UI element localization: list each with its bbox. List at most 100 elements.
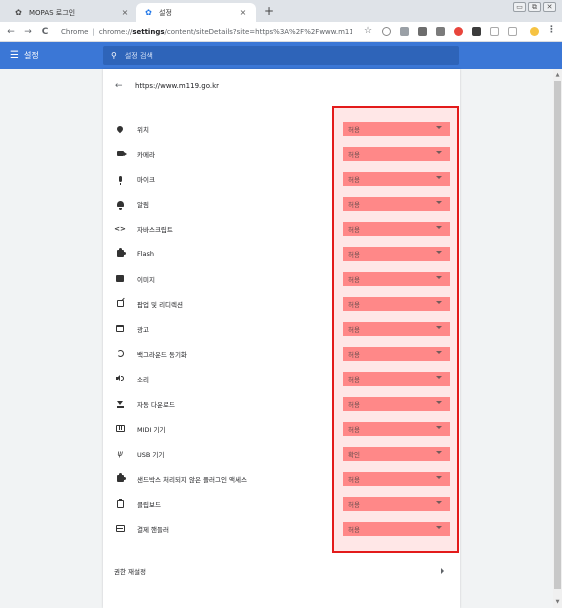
chevron-right-icon <box>441 568 444 574</box>
permission-row-ads: 광고 허용 <box>103 316 460 341</box>
maximize-button[interactable]: ⧉ <box>528 2 541 12</box>
dropdown-caret-icon <box>436 526 442 529</box>
back-arrow-icon[interactable]: ← <box>115 81 127 91</box>
dropdown-caret-icon <box>436 151 442 154</box>
permission-label: MIDI 기기 <box>137 425 166 434</box>
permission-row-location: 위치 허용 <box>103 116 460 141</box>
permission-row-background-sync: 백그라운드 동기화 허용 <box>103 341 460 366</box>
scroll-up-arrow-icon[interactable]: ▲ <box>554 71 561 79</box>
permission-select[interactable]: 허용 <box>343 272 450 286</box>
permission-label: 샌드박스 처리되지 않은 플러그인 액세스 <box>137 475 247 484</box>
close-window-button[interactable]: ✕ <box>543 2 556 12</box>
permission-row-images: 이미지 허용 <box>103 266 460 291</box>
back-button[interactable]: ← <box>5 25 17 39</box>
site-url: https://www.m119.go.kr <box>135 82 220 90</box>
permission-value: 허용 <box>348 401 360 409</box>
dropdown-caret-icon <box>436 451 442 454</box>
permission-select[interactable]: 허용 <box>343 372 450 386</box>
dropdown-caret-icon <box>436 201 442 204</box>
permission-select[interactable]: 허용 <box>343 222 450 236</box>
scroll-down-arrow-icon[interactable]: ▼ <box>554 598 561 606</box>
close-tab-icon[interactable]: × <box>120 8 130 17</box>
extension-box-icon[interactable] <box>436 27 445 36</box>
extension-globe-icon[interactable] <box>382 27 391 36</box>
profile-avatar-icon[interactable] <box>530 27 539 36</box>
bookmark-star-icon[interactable]: ☆ <box>364 26 372 36</box>
permission-select[interactable]: 허용 <box>343 247 450 261</box>
permission-value: 허용 <box>348 526 360 534</box>
dropdown-caret-icon <box>436 351 442 354</box>
tab-title: MOPAS 로그인 <box>29 8 76 17</box>
dropdown-caret-icon <box>436 476 442 479</box>
minimize-button[interactable]: ▭ <box>513 2 526 12</box>
payment-card-icon <box>115 525 125 532</box>
site-header: ← https://www.m119.go.kr <box>103 76 460 96</box>
hamburger-menu-icon[interactable]: ☰ <box>10 50 19 61</box>
permission-select[interactable]: 허용 <box>343 322 450 336</box>
permission-row-clipboard: 클립보드 허용 <box>103 491 460 516</box>
permission-row-notifications: 알림 허용 <box>103 191 460 216</box>
permission-label: 광고 <box>137 325 149 334</box>
extension-shield-icon[interactable] <box>400 27 409 36</box>
permission-select[interactable]: 허용 <box>343 497 450 511</box>
ads-icon <box>116 325 124 332</box>
extension-red-circle-icon[interactable] <box>454 27 463 36</box>
reset-permissions-row[interactable]: 권한 재설정 <box>103 562 460 580</box>
midi-icon <box>115 425 125 432</box>
address-path: /content/siteDetails?site=https%3A%2F%2F… <box>164 27 353 36</box>
popup-icon <box>116 300 124 307</box>
image-icon <box>116 275 124 282</box>
extension-grid-icon[interactable] <box>418 27 427 36</box>
forward-button[interactable]: → <box>22 25 34 39</box>
permission-select[interactable]: 허용 <box>343 122 450 136</box>
permission-select[interactable]: 허용 <box>343 347 450 361</box>
permission-select[interactable]: 허용 <box>343 172 450 186</box>
close-tab-icon[interactable]: × <box>238 8 248 17</box>
permission-select[interactable]: 허용 <box>343 422 450 436</box>
new-tab-button[interactable]: + <box>262 3 276 19</box>
tab-title: 설정 <box>159 8 172 17</box>
extension-dark-icon[interactable] <box>472 27 481 36</box>
code-icon: <> <box>114 224 126 233</box>
permission-select[interactable]: 허용 <box>343 472 450 486</box>
permission-value: 확인 <box>348 451 360 459</box>
tab-mopas-login[interactable]: ✿ MOPAS 로그인 × <box>6 3 138 22</box>
extension-outline-icon[interactable] <box>490 27 499 36</box>
permission-select[interactable]: 허용 <box>343 297 450 311</box>
permission-select[interactable]: 허용 <box>343 522 450 536</box>
browser-menu-icon[interactable]: ⋮ <box>547 25 556 35</box>
permission-select[interactable]: 허용 <box>343 147 450 161</box>
permission-select[interactable]: 허용 <box>343 197 450 211</box>
permission-value: 허용 <box>348 476 360 484</box>
dropdown-caret-icon <box>436 176 442 179</box>
tab-settings[interactable]: ✿ 설정 × <box>136 3 256 22</box>
settings-search-input[interactable]: ⚲ 설정 검색 <box>103 46 459 65</box>
dropdown-caret-icon <box>436 426 442 429</box>
dropdown-caret-icon <box>436 326 442 329</box>
puzzle-icon <box>116 473 126 482</box>
settings-title: 설정 <box>24 51 39 60</box>
permission-label: 알림 <box>137 200 149 209</box>
dropdown-caret-icon <box>436 501 442 504</box>
permission-value: 허용 <box>348 126 360 134</box>
permission-label: 결제 핸들러 <box>137 525 169 534</box>
reload-button[interactable]: C <box>39 25 51 39</box>
permission-value: 허용 <box>348 351 360 359</box>
permission-row-javascript: <> 자바스크립트 허용 <box>103 216 460 241</box>
permission-label: 카메라 <box>137 150 155 159</box>
permission-select[interactable]: 확인 <box>343 447 450 461</box>
permission-select[interactable]: 허용 <box>343 397 450 411</box>
scrollbar[interactable]: ▲ ▼ <box>553 69 562 608</box>
permission-value: 허용 <box>348 226 360 234</box>
gear-favicon-icon: ✿ <box>15 8 22 17</box>
address-bar[interactable]: Chrome | chrome:// settings /content/sit… <box>56 24 352 39</box>
permission-value: 허용 <box>348 276 360 284</box>
permission-row-usb: ψ USB 기기 확인 <box>103 441 460 466</box>
scroll-thumb[interactable] <box>554 81 561 589</box>
permission-label: 마이크 <box>137 175 155 184</box>
location-pin-icon <box>115 124 125 133</box>
permission-label: 백그라운드 동기화 <box>137 350 187 359</box>
address-prefix: chrome:// <box>98 27 133 36</box>
download-icon <box>116 400 124 408</box>
extension-outline2-icon[interactable] <box>508 27 517 36</box>
